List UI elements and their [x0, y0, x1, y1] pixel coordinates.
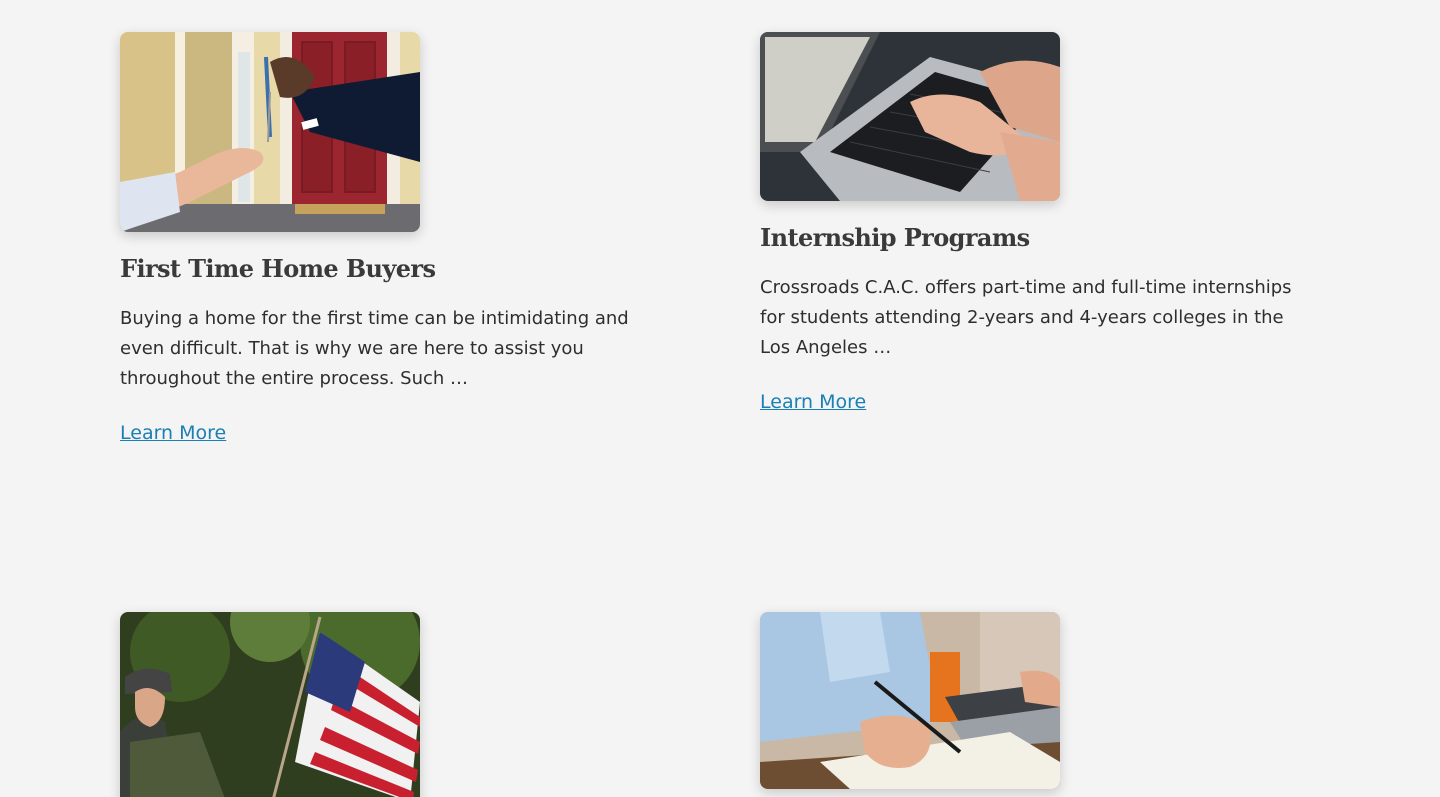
- card-description: Crossroads C.A.C. offers part-time and f…: [760, 277, 1292, 358]
- learn-more-link[interactable]: Learn More: [760, 391, 866, 413]
- service-card-veterans: [120, 612, 700, 797]
- service-card-internship: Internship Programs Crossroads C.A.C. of…: [760, 32, 1340, 413]
- laptop-typing-image[interactable]: [760, 32, 1060, 201]
- card-description: Buying a home for the first time can be …: [120, 308, 629, 389]
- learn-more-link[interactable]: Learn More: [120, 422, 226, 444]
- house-keys-image[interactable]: [120, 32, 420, 232]
- card-title: First Time Home Buyers: [120, 254, 436, 283]
- veteran-flag-image[interactable]: [120, 612, 420, 797]
- services-grid: First Time Home Buyers Buying a home for…: [0, 0, 1440, 797]
- service-card-writing: [760, 612, 1340, 789]
- service-card-home-buyers: First Time Home Buyers Buying a home for…: [120, 32, 700, 444]
- card-title: Internship Programs: [760, 223, 1030, 252]
- writing-notes-image[interactable]: [760, 612, 1060, 789]
